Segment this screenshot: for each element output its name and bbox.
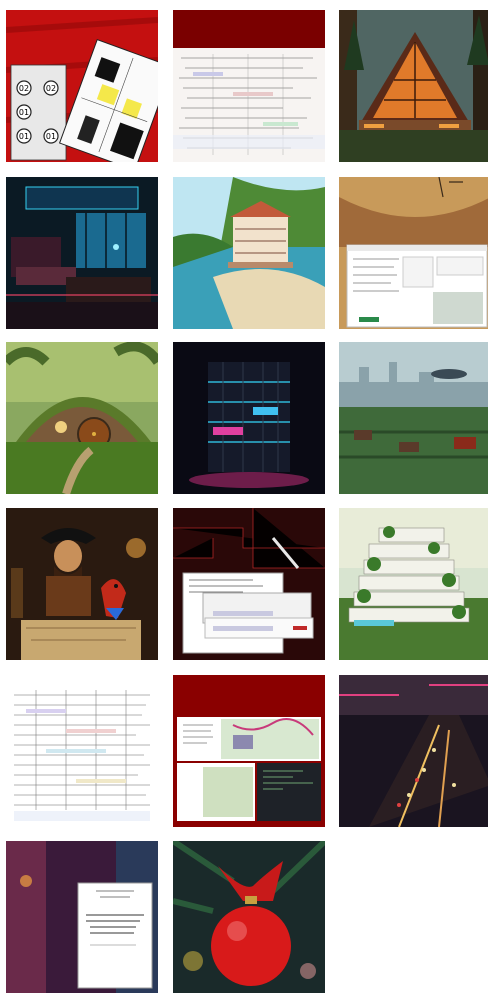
gallery-tile-hobbit-house[interactable] [6,342,158,494]
timeline-document-image [173,10,325,162]
gallery-tile-eco-city[interactable] [339,342,488,494]
gallery-tile-cyber-room[interactable] [6,177,158,329]
plan-label-3: 01 [19,108,29,117]
aframe-house-image [339,10,488,162]
gallery-tile-neon-tower[interactable] [173,342,325,494]
gallery-tile-quarry-app[interactable] [339,177,488,329]
pirate-parrot-image [6,508,158,660]
hobbit-house-image [6,342,158,494]
plan-label-1: 02 [19,84,29,93]
gallery-tile-floorplan[interactable]: 02 02 01 01 01 [6,10,158,162]
cyberpunk-room-image [6,177,158,329]
gallery-tile-christmas[interactable] [173,841,325,993]
gallery-tile-coastal-villa[interactable] [173,177,325,329]
plan-label-4: 01 [19,132,29,141]
christmas-ornament-image [173,841,325,993]
gallery-tile-schedule-chart[interactable] [6,675,158,827]
circuit-documents-image [173,508,325,660]
gallery-tile-terrace-building[interactable] [339,508,488,660]
gis-map-app-image [173,675,325,827]
gallery-tile-gis-app[interactable] [173,675,325,827]
gallery-tile-document-city[interactable] [6,841,158,993]
quarry-app-screenshot-image [339,177,488,329]
floorplan-image: 02 02 01 01 01 [6,10,158,162]
plan-label-5: 01 [46,132,56,141]
night-street-traffic-image [339,675,488,827]
terraced-building-image [339,508,488,660]
gallery-tile-night-street[interactable] [339,675,488,827]
eco-city-airship-image [339,342,488,494]
gallery-tile-aframe-house[interactable] [339,10,488,162]
gallery-tile-pirate[interactable] [6,508,158,660]
gallery-tile-timeline-doc[interactable] [173,10,325,162]
document-over-city-image [6,841,158,993]
gallery-tile-circuit-docs[interactable] [173,508,325,660]
plan-label-2: 02 [46,84,56,93]
schedule-document-image [6,675,158,827]
neon-building-image [173,342,325,494]
coastal-villa-image [173,177,325,329]
